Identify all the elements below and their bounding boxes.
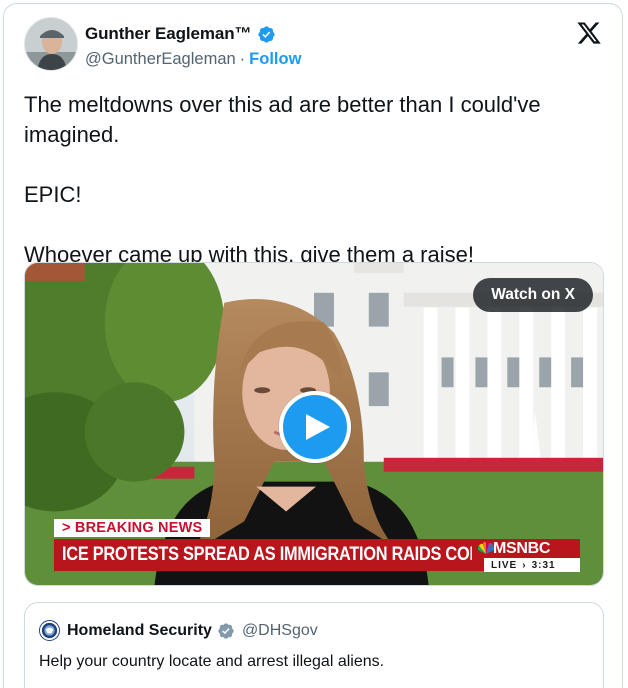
play-icon	[306, 414, 330, 440]
peacock-logo-icon	[478, 542, 494, 554]
live-time: 3:31	[531, 559, 556, 571]
author-avatar[interactable]	[24, 17, 78, 71]
tweet-card[interactable]: Gunther Eagleman™ @GuntherEagleman · Fol…	[3, 3, 623, 688]
quoted-handle[interactable]: @DHSgov	[242, 622, 318, 640]
dhs-seal-icon[interactable]	[39, 620, 60, 641]
quoted-text: Help your country locate and arrest ille…	[39, 653, 385, 670]
breaking-news-label: > BREAKING NEWS	[54, 519, 211, 537]
news-headline: ICE PROTESTS SPREAD AS IMMIGRATION RAIDS…	[54, 539, 529, 571]
gov-verified-badge-icon	[218, 623, 234, 639]
separator-dot: ·	[239, 50, 246, 68]
live-arrow: ›	[522, 559, 527, 571]
live-label: LIVE	[491, 559, 518, 571]
author-display-name[interactable]: Gunther Eagleman™	[85, 24, 252, 44]
quoted-tweet[interactable]: Homeland Security @DHSgov Help your coun…	[24, 602, 604, 688]
video-player[interactable]: Watch on X > BREAKING NEWS ICE PROTESTS …	[24, 262, 604, 586]
play-button[interactable]	[279, 391, 351, 463]
follow-button[interactable]: Follow	[249, 50, 301, 69]
x-logo-icon[interactable]	[576, 20, 602, 46]
tweet-text: The meltdowns over this ad are better th…	[24, 92, 541, 267]
live-indicator: LIVE › 3:31	[484, 558, 580, 572]
network-name: MSNBC	[493, 540, 551, 557]
watch-on-x-button[interactable]: Watch on X	[473, 278, 593, 312]
author-handle[interactable]: @GuntherEagleman	[85, 50, 236, 69]
news-headline-text: ICE PROTESTS SPREAD AS IMMIGRATION RAIDS…	[62, 544, 529, 565]
verified-badge-icon	[258, 25, 276, 43]
quoted-display-name[interactable]: Homeland Security	[67, 622, 212, 640]
